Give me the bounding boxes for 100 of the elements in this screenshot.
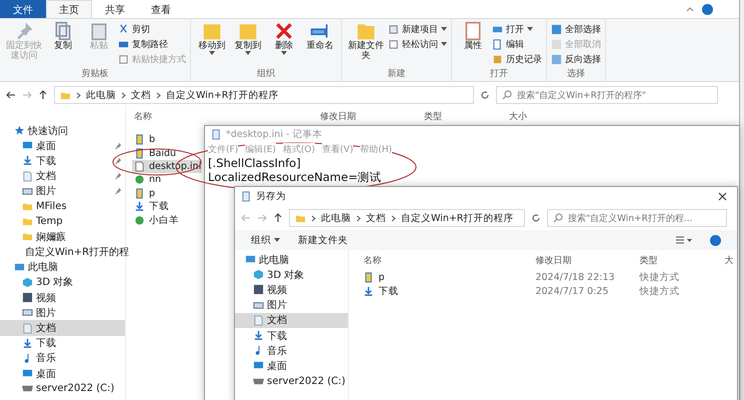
nav-item[interactable]: 桌面 xyxy=(0,366,125,382)
file-item[interactable]: Baidu xyxy=(132,146,202,160)
ribbon-button[interactable]: 打开 xyxy=(492,22,542,36)
cube-icon xyxy=(253,269,264,280)
search-icon xyxy=(553,213,563,223)
ribbon-tab[interactable]: 主页 xyxy=(46,0,92,18)
chevron-right-icon xyxy=(391,214,396,222)
column-header[interactable]: 名称 xyxy=(132,110,318,122)
ribbon-button[interactable]: 删除 xyxy=(267,21,301,69)
text-line: [.ShellClassInfo] xyxy=(208,156,301,170)
nav-item[interactable]: 文档 xyxy=(235,312,348,328)
download-arrow-icon xyxy=(22,155,33,166)
document-icon xyxy=(253,314,264,326)
chevron-up-icon[interactable] xyxy=(686,6,694,12)
column-header[interactable]: 名称 xyxy=(361,254,534,266)
nav-item[interactable]: 下载 xyxy=(235,328,348,344)
nav-item[interactable]: 文档 xyxy=(0,168,125,184)
ribbon-button[interactable]: 新建项目 xyxy=(388,22,447,36)
ribbon-button[interactable]: 轻松访问 xyxy=(388,37,447,51)
search-field[interactable]: 搜索"自定义Win+R打开的程... xyxy=(547,209,727,227)
nav-item[interactable]: 快速访问 xyxy=(0,123,125,138)
toolbar-button[interactable]: 组织 xyxy=(251,234,280,246)
ribbon-tab[interactable]: 文件 xyxy=(0,0,46,18)
file-item[interactable]: 小白羊 xyxy=(132,213,202,227)
refresh-icon[interactable] xyxy=(531,213,541,223)
ribbon-button[interactable]: 复制 xyxy=(46,21,80,69)
ribbon-button[interactable]: 编辑 xyxy=(492,37,542,51)
address-bar[interactable]: 此电脑 文档 自定义Win+R打开的程序 xyxy=(289,209,525,227)
ribbon-button[interactable]: 新建文件夹 xyxy=(346,21,386,69)
column-header[interactable]: 大 xyxy=(722,254,742,266)
chevron-right-icon xyxy=(156,92,161,98)
ribbon-button[interactable]: 属性 xyxy=(456,21,490,69)
ribbon-button[interactable]: 反向选择 xyxy=(551,52,601,66)
nav-item[interactable]: 图片 xyxy=(235,298,348,313)
nav-item[interactable]: 3D 对象 xyxy=(235,267,348,282)
nav-item[interactable]: 下载 xyxy=(0,336,125,351)
nav-item[interactable]: 3D 对象 xyxy=(0,274,125,290)
nav-item[interactable]: Temp xyxy=(0,214,125,230)
text-line: LocalizedResourceName=测试 xyxy=(208,170,382,184)
ribbon-button[interactable]: 全部选择 xyxy=(551,22,601,36)
address-bar[interactable]: 此电脑 文档 自定义Win+R打开的程序 xyxy=(54,86,474,104)
column-header[interactable]: 修改日期 xyxy=(318,110,422,122)
ribbon-tab[interactable]: 共享 xyxy=(92,0,138,18)
refresh-icon[interactable] xyxy=(480,90,490,100)
group-label: 剪贴板 xyxy=(80,69,110,81)
nav-item[interactable]: 视频 xyxy=(235,282,348,298)
column-header[interactable]: 修改日期 xyxy=(533,254,638,266)
file-item[interactable]: nn xyxy=(132,173,202,187)
toolbar-button[interactable]: 新建文件夹 xyxy=(298,234,348,246)
group-label: 打开 xyxy=(489,69,509,81)
chevron-right-icon xyxy=(311,214,316,222)
nav-item[interactable]: 娴嬭瘯 xyxy=(0,229,125,244)
download-arrow-icon xyxy=(134,201,145,212)
file-item[interactable]: 下载 xyxy=(132,200,202,214)
document-icon xyxy=(22,170,33,182)
star-icon xyxy=(14,125,25,136)
search-field[interactable]: 搜索"自定义Win+R打开的程序" xyxy=(496,86,718,104)
nav-item[interactable]: 图片 xyxy=(0,305,125,320)
ribbon-button[interactable]: 复制路径 xyxy=(118,37,186,51)
group-label: 新建 xyxy=(386,69,406,81)
cube-icon xyxy=(22,276,33,288)
folder-icon xyxy=(22,216,33,228)
nav-item[interactable]: 图片 xyxy=(0,184,125,199)
ribbon-button[interactable]: 移动到 xyxy=(195,21,229,69)
file-item[interactable]: p xyxy=(132,186,202,200)
nav-item[interactable]: server2022 (C:) xyxy=(0,381,125,396)
document-icon xyxy=(22,322,33,334)
column-header[interactable]: 大小 xyxy=(507,110,587,122)
column-header[interactable]: 类型 xyxy=(637,254,722,266)
nav-item[interactable]: 桌面 xyxy=(235,358,348,374)
ribbon-button[interactable]: 剪切 xyxy=(118,22,186,36)
ribbon-button[interactable]: 复制到 xyxy=(231,21,265,69)
nav-item[interactable]: MFiles xyxy=(0,198,125,214)
back-button[interactable] xyxy=(6,90,16,100)
nav-item[interactable]: 音乐 xyxy=(235,343,348,358)
nav-item[interactable]: 音乐 xyxy=(0,350,125,366)
download-arrow-icon xyxy=(22,338,33,349)
chevron-right-icon xyxy=(121,92,126,98)
ribbon-button[interactable]: 重命名 xyxy=(303,21,337,69)
file-row[interactable]: 下载 2024/7/17 0:25 快捷方式 xyxy=(361,284,742,298)
file-row[interactable]: p 2024/7/18 22:13 快捷方式 xyxy=(361,270,742,284)
nav-item[interactable]: 桌面 xyxy=(0,138,125,154)
nav-item[interactable]: 此电脑 xyxy=(235,252,348,268)
nav-item[interactable]: 下载 xyxy=(0,153,125,169)
column-header[interactable]: 类型 xyxy=(422,110,507,122)
nav-item[interactable]: 此电脑 xyxy=(0,260,125,275)
copy-icon xyxy=(53,21,73,41)
up-button[interactable] xyxy=(38,90,48,100)
nav-item[interactable]: 文档 xyxy=(0,320,125,336)
download-arrow-icon xyxy=(253,330,264,342)
download-arrow-icon xyxy=(363,286,374,296)
nav-item[interactable]: 视频 xyxy=(0,290,125,306)
view-options-icon[interactable] xyxy=(676,236,692,244)
nav-item[interactable]: server2022 (C:) xyxy=(235,374,348,389)
close-button[interactable] xyxy=(718,192,727,200)
ribbon-tab[interactable]: 查看 xyxy=(138,0,184,18)
file-item[interactable]: b xyxy=(132,133,202,146)
group-label: 组织 xyxy=(256,69,276,81)
up-button[interactable] xyxy=(273,213,283,223)
ribbon-button[interactable]: 历史记录 xyxy=(492,52,542,66)
